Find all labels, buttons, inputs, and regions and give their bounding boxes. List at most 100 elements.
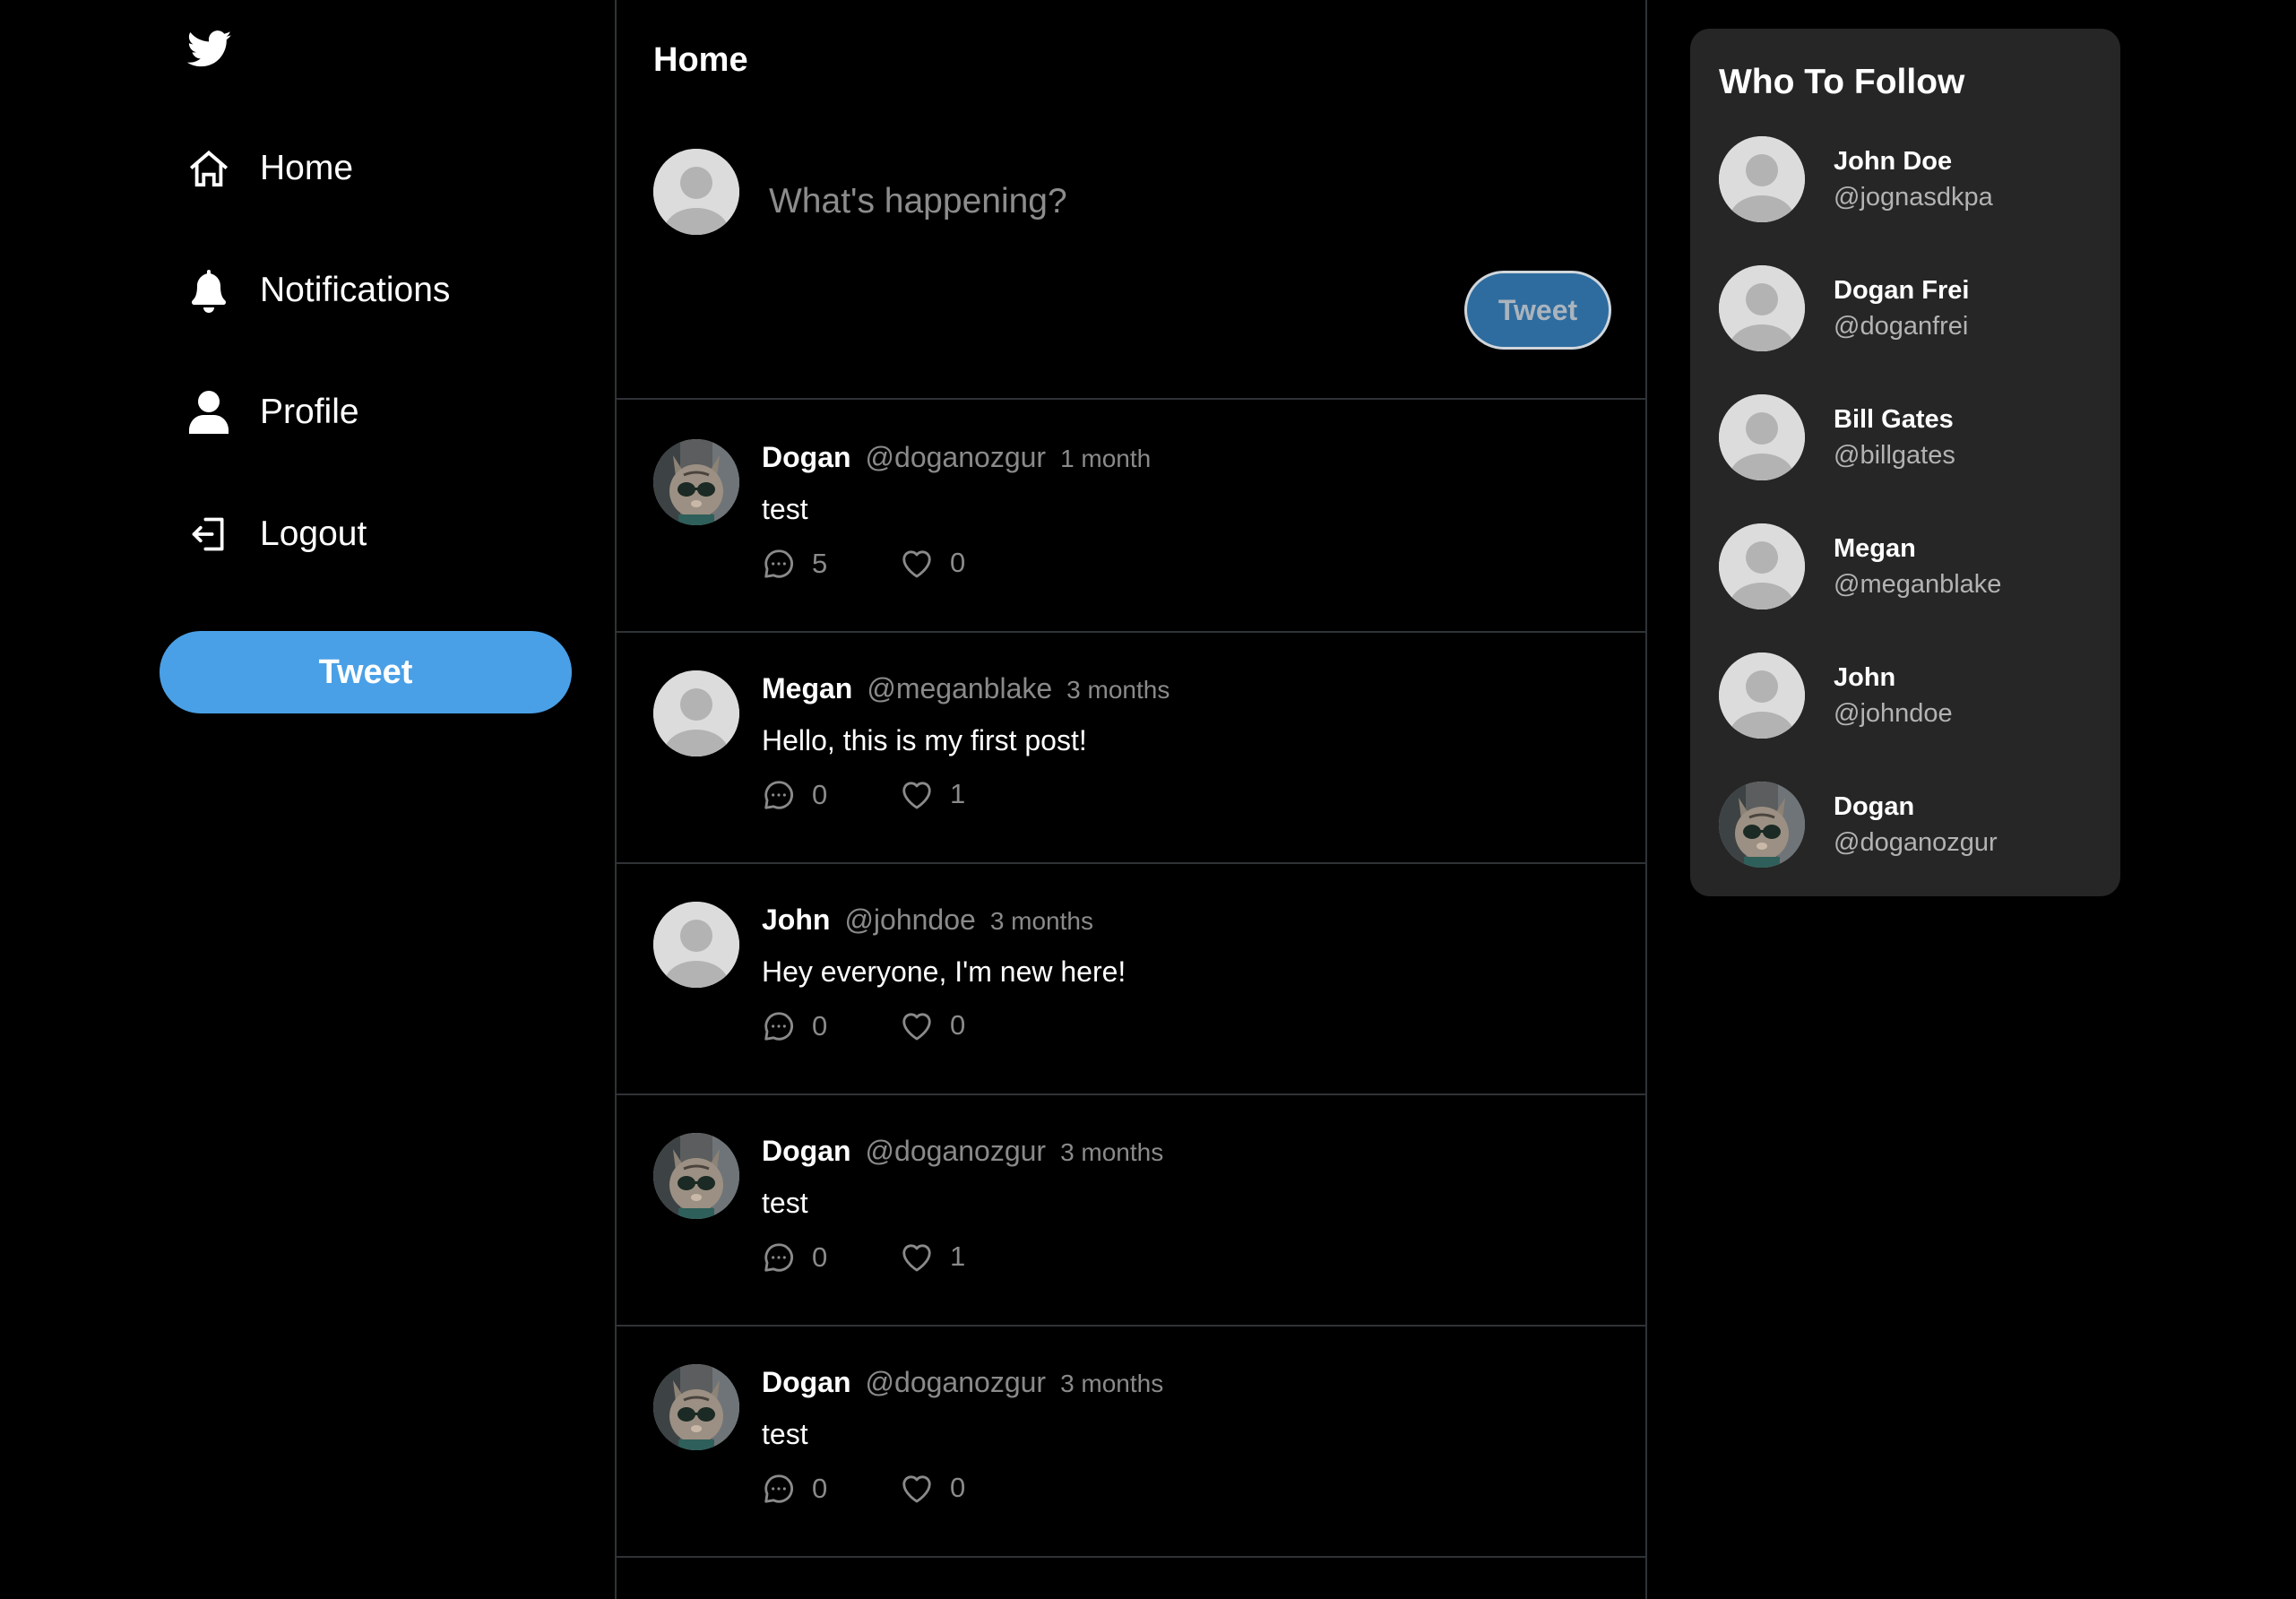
like-button[interactable]: 0: [900, 1472, 965, 1504]
tweet-author-handle[interactable]: @johndoe: [844, 903, 975, 937]
avatar[interactable]: [653, 1364, 739, 1450]
tweet-text: test: [762, 1418, 808, 1450]
tweet-item[interactable]: Dogan @doganozgur 1 month test 5 0: [617, 402, 1645, 633]
follow-suggestion-item[interactable]: Megan @meganblake: [1719, 523, 2095, 613]
avatar[interactable]: [653, 1133, 739, 1219]
follow-user-handle[interactable]: @johndoe: [1834, 699, 1953, 729]
follow-user-handle[interactable]: @billgates: [1834, 441, 1955, 471]
main-timeline: Home Tweet Dogan@doganozgur1 monthtest50…: [615, 0, 1647, 1599]
twitter-bird-icon[interactable]: [187, 30, 232, 68]
like-count: 0: [950, 1472, 966, 1503]
avatar[interactable]: [1719, 523, 1805, 609]
follow-suggestion-item[interactable]: John Doe @jognasdkpa: [1719, 136, 2095, 226]
tweet-text: test: [762, 493, 808, 525]
follow-user-name[interactable]: Dogan Frei: [1834, 276, 1969, 306]
tweet-timestamp: 3 months: [1066, 676, 1170, 704]
avatar[interactable]: [1719, 394, 1805, 480]
heart-icon: [900, 778, 934, 810]
avatar[interactable]: [1719, 136, 1805, 222]
like-count: 1: [950, 1240, 966, 1272]
reply-count: 5: [812, 548, 828, 579]
sidebar-item-logout[interactable]: Logout: [187, 507, 367, 561]
reply-count: 0: [812, 779, 828, 810]
tweet-author-handle[interactable]: @doganozgur: [866, 441, 1047, 474]
home-icon: [187, 147, 230, 190]
heart-icon: [900, 547, 934, 579]
avatar[interactable]: [1719, 782, 1805, 868]
tweet-header: Dogan @doganozgur 3 months: [762, 1135, 1163, 1168]
tweet-item[interactable]: Dogan @doganozgur 3 months test 0 1: [617, 1095, 1645, 1327]
follow-user-name[interactable]: Dogan: [1834, 792, 1914, 822]
follow-suggestion-item[interactable]: John @johndoe: [1719, 653, 2095, 742]
follow-suggestion-item[interactable]: Bill Gates @billgates: [1719, 394, 2095, 484]
sidebar-tweet-button[interactable]: Tweet: [160, 631, 572, 713]
tweet-timestamp: 3 months: [1060, 1138, 1164, 1166]
tweet-author-name[interactable]: Dogan: [762, 1366, 851, 1399]
follow-user-name[interactable]: Megan: [1834, 534, 1916, 564]
tweet-author-name[interactable]: Dogan: [762, 441, 851, 474]
app-root: Home Notifications Profile Logout Tweet: [0, 0, 2296, 1599]
reply-button[interactable]: 0: [762, 1472, 827, 1506]
tweet-author-name[interactable]: Megan: [762, 672, 852, 705]
follow-user-name[interactable]: Bill Gates: [1834, 405, 1954, 435]
sidebar-item-profile[interactable]: Profile: [187, 385, 359, 439]
follow-user-handle[interactable]: @jognasdkpa: [1834, 183, 1993, 212]
sidebar-item-label: Home: [260, 149, 354, 187]
comment-icon: [762, 1240, 796, 1275]
comment-icon: [762, 778, 796, 812]
sidebar-item-label: Profile: [260, 393, 359, 431]
follow-user-handle[interactable]: @doganozgur: [1834, 828, 1998, 858]
tweet-text: Hey everyone, I'm new here!: [762, 955, 1126, 988]
reply-count: 0: [812, 1473, 828, 1504]
tweet-item[interactable]: John @johndoe 3 months Hey everyone, I'm ne…: [617, 864, 1645, 1095]
like-button[interactable]: 1: [900, 778, 965, 810]
avatar[interactable]: [653, 902, 739, 988]
reply-button[interactable]: 0: [762, 1009, 827, 1043]
page-title: Home: [653, 41, 748, 79]
tweet-header: John @johndoe 3 months: [762, 903, 1093, 937]
sidebar-item-notifications[interactable]: Notifications: [187, 264, 450, 317]
avatar: [653, 149, 739, 235]
follow-user-name[interactable]: John: [1834, 663, 1895, 693]
follow-suggestion-item[interactable]: Dogan @doganozgur: [1719, 782, 2095, 871]
follow-suggestion-item[interactable]: Dogan Frei @doganfrei: [1719, 265, 2095, 355]
tweet-author-name[interactable]: John: [762, 903, 830, 937]
tweet-author-handle[interactable]: @doganozgur: [866, 1135, 1047, 1168]
heart-icon: [900, 1472, 934, 1504]
follow-user-name[interactable]: John Doe: [1834, 147, 1952, 177]
avatar[interactable]: [1719, 653, 1805, 739]
sidebar-item-label: Notifications: [260, 271, 451, 309]
follow-user-handle[interactable]: @doganfrei: [1834, 312, 1968, 341]
comment-icon: [762, 1472, 796, 1506]
reply-button[interactable]: 0: [762, 1240, 827, 1275]
avatar[interactable]: [653, 670, 739, 756]
tweet-header: Dogan @doganozgur 3 months: [762, 1366, 1163, 1399]
like-button[interactable]: 1: [900, 1240, 965, 1273]
like-count: 0: [950, 547, 966, 578]
tweet-author-handle[interactable]: @meganblake: [867, 672, 1052, 705]
avatar[interactable]: [653, 439, 739, 525]
tweet-item[interactable]: Megan @meganblake 3 months Hello, this is m…: [617, 633, 1645, 864]
tweet-header: Megan @meganblake 3 months: [762, 672, 1170, 705]
reply-button[interactable]: 5: [762, 547, 827, 581]
tweet-timestamp: 1 month: [1060, 445, 1152, 472]
sidebar-item-home[interactable]: Home: [187, 142, 353, 195]
tweet-text: Hello, this is my first post!: [762, 724, 1087, 756]
compose-tweet-button[interactable]: Tweet: [1464, 271, 1611, 350]
bell-icon: [187, 269, 230, 313]
reply-button[interactable]: 0: [762, 778, 827, 812]
like-count: 1: [950, 778, 966, 809]
like-button[interactable]: 0: [900, 547, 965, 579]
comment-icon: [762, 547, 796, 581]
like-button[interactable]: 0: [900, 1009, 965, 1042]
compose-tweet-input[interactable]: [769, 170, 1575, 233]
reply-count: 0: [812, 1010, 828, 1042]
tweet-text: test: [762, 1187, 808, 1219]
heart-icon: [900, 1240, 934, 1273]
follow-user-handle[interactable]: @meganblake: [1834, 570, 2001, 600]
tweet-author-handle[interactable]: @doganozgur: [866, 1366, 1047, 1399]
tweet-author-name[interactable]: Dogan: [762, 1135, 851, 1168]
avatar[interactable]: [1719, 265, 1805, 351]
sidebar-item-label: Logout: [260, 514, 367, 553]
tweet-item[interactable]: Dogan @doganozgur 3 months test 0 0: [617, 1327, 1645, 1558]
